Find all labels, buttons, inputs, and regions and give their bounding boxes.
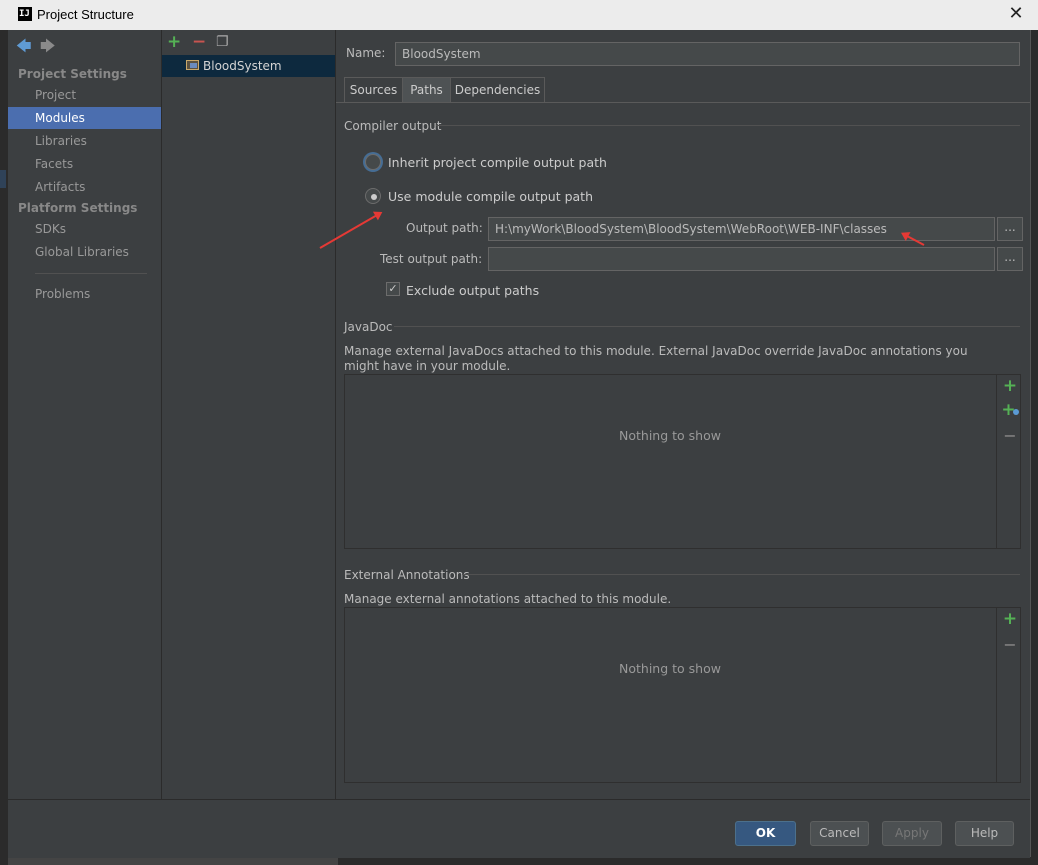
- external-annotations-header: External Annotations: [344, 568, 470, 582]
- javadoc-header: JavaDoc: [344, 320, 393, 334]
- inherit-output-radio[interactable]: [365, 154, 381, 170]
- compiler-output-header: Compiler output: [344, 119, 442, 133]
- apply-button[interactable]: Apply: [882, 821, 942, 846]
- annotations-remove-icon[interactable]: −: [1000, 635, 1020, 654]
- sidebar-item-libraries[interactable]: Libraries: [8, 130, 161, 152]
- module-folder-icon: [186, 60, 199, 70]
- module-settings: Name: BloodSystem Sources Paths Dependen…: [336, 30, 1030, 799]
- name-field[interactable]: BloodSystem: [395, 42, 1020, 66]
- sidebar-item-artifacts[interactable]: Artifacts: [8, 176, 161, 198]
- module-label: BloodSystem: [203, 59, 282, 73]
- javadoc-add-icon[interactable]: +: [1000, 376, 1020, 396]
- external-annotations-description: Manage external annotations attached to …: [344, 592, 672, 606]
- window-title: Project Structure: [37, 7, 134, 22]
- annotations-toolbar-divider: [996, 608, 997, 782]
- test-output-path-label: Test output path:: [380, 252, 483, 266]
- radio-selected-dot: [371, 194, 377, 200]
- exclude-output-checkbox[interactable]: ✓: [386, 282, 400, 296]
- background-dark-area: [338, 857, 1038, 865]
- background-bottom-strip: [8, 857, 1038, 865]
- add-icon[interactable]: +: [167, 32, 181, 52]
- background-selection: [0, 170, 6, 188]
- intellij-logo: IJ: [18, 7, 32, 21]
- name-label: Name:: [346, 46, 386, 60]
- forward-arrow-icon[interactable]: 🡆: [40, 36, 56, 61]
- javadoc-toolbar-divider: [996, 375, 997, 548]
- external-annotations-empty-text: Nothing to show: [619, 661, 721, 676]
- javadoc-add-url-icon[interactable]: +: [1000, 400, 1020, 420]
- javadoc-description: Manage external JavaDocs attached to thi…: [344, 344, 968, 373]
- external-annotations-list[interactable]: Nothing to show + −: [344, 607, 1021, 783]
- javadoc-divider: [394, 326, 1020, 327]
- tab-sources[interactable]: Sources: [344, 77, 403, 102]
- help-button[interactable]: Help: [955, 821, 1014, 846]
- ok-button[interactable]: OK: [735, 821, 796, 846]
- sidebar-item-modules[interactable]: Modules: [8, 107, 161, 129]
- module-output-label: Use module compile output path: [388, 189, 594, 204]
- exclude-output-label: Exclude output paths: [406, 283, 540, 298]
- external-annotations-divider: [462, 574, 1020, 575]
- tab-underline: [336, 102, 1030, 103]
- sidebar-item-global-libraries[interactable]: Global Libraries: [8, 241, 161, 263]
- sidebar-item-project[interactable]: Project: [8, 84, 161, 106]
- test-output-path-field[interactable]: [488, 247, 995, 271]
- modules-panel: + − ❐ BloodSystem: [162, 30, 336, 799]
- settings-sidebar: 🡄 🡆 Project Settings Project Modules Lib…: [8, 30, 162, 799]
- close-icon[interactable]: ✕: [1006, 4, 1026, 24]
- annotations-add-icon[interactable]: +: [1000, 609, 1020, 629]
- module-output-radio[interactable]: [365, 188, 381, 204]
- module-row-bloodsystem[interactable]: BloodSystem: [162, 55, 335, 77]
- compiler-output-divider: [436, 125, 1020, 126]
- sidebar-item-facets[interactable]: Facets: [8, 153, 161, 175]
- output-path-label: Output path:: [406, 221, 483, 235]
- project-structure-dialog: IJ Project Structure ✕ 🡄 🡆 Project Setti…: [0, 0, 1038, 858]
- output-path-field[interactable]: H:\myWork\BloodSystem\BloodSystem\WebRoo…: [488, 217, 995, 241]
- sidebar-item-sdks[interactable]: SDKs: [8, 218, 161, 240]
- title-bar: IJ Project Structure ✕: [0, 0, 1038, 30]
- sidebar-divider: [35, 273, 147, 274]
- output-path-browse-button[interactable]: ...: [997, 217, 1023, 241]
- sidebar-item-problems[interactable]: Problems: [8, 283, 161, 305]
- remove-icon[interactable]: −: [192, 32, 206, 52]
- javadoc-remove-icon[interactable]: −: [1000, 426, 1020, 445]
- dialog-footer: OK Cancel Apply Help: [8, 799, 1030, 858]
- cancel-button[interactable]: Cancel: [810, 821, 869, 846]
- test-output-path-browse-button[interactable]: ...: [997, 247, 1023, 271]
- javadoc-empty-text: Nothing to show: [619, 428, 721, 443]
- project-settings-header: Project Settings: [18, 67, 127, 81]
- platform-settings-header: Platform Settings: [18, 201, 138, 215]
- tab-paths[interactable]: Paths: [402, 77, 451, 102]
- background-window-edge: [0, 30, 8, 865]
- tab-dependencies[interactable]: Dependencies: [450, 77, 545, 102]
- copy-icon[interactable]: ❐: [216, 34, 229, 50]
- javadoc-list[interactable]: Nothing to show + + −: [344, 374, 1021, 549]
- inherit-output-label: Inherit project compile output path: [388, 155, 607, 170]
- back-arrow-icon[interactable]: 🡄: [16, 36, 32, 61]
